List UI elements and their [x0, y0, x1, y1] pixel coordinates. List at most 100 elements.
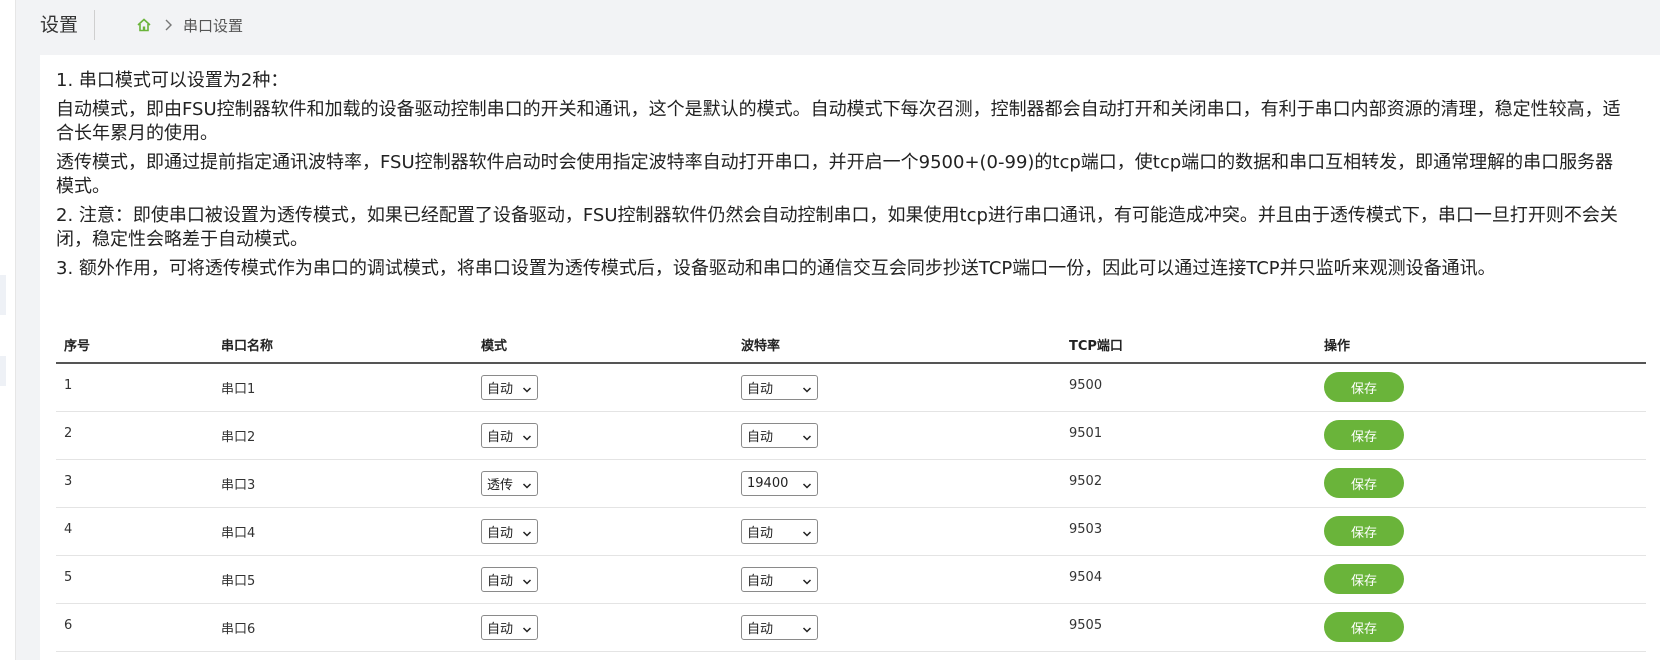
top-bar: 设置 串口设置 [16, 0, 1660, 50]
mode-select-value: 自动 [487, 573, 514, 589]
header-index: 序号 [64, 339, 91, 354]
note-2: 自动模式，即由FSU控制器软件和加载的设备驱动控制串口的开关和通讯，这个是默认的… [56, 99, 1621, 144]
save-button[interactable]: 保存 [1324, 468, 1404, 498]
table-header-row: 序号 串口名称 模式 波特率 TCP端口 操作 [56, 327, 1646, 363]
chevron-right-icon [163, 18, 173, 32]
table-row: 5 串口5 自动 自动 9504 保存 [56, 555, 1646, 604]
baud-rate-select[interactable]: 自动 [741, 518, 818, 544]
content-card: 1. 串口模式可以设置为2种： 自动模式，即由FSU控制器软件和加载的设备驱动控… [40, 55, 1660, 660]
cell-port-name: 串口5 [213, 555, 473, 604]
header-baud-rate: 波特率 [741, 339, 781, 354]
cell-port-name: 串口1 [213, 363, 473, 412]
baud-rate-select[interactable]: 19400 [741, 470, 818, 496]
mode-select[interactable]: 透传 [481, 470, 538, 496]
table-row: 3 串口3 透传 19400 9502 保存 [56, 459, 1646, 508]
table-row: 6 串口6 自动 自动 9505 保存 [56, 603, 1646, 652]
baud-rate-select[interactable]: 自动 [741, 374, 818, 400]
cell-index: 2 [56, 411, 213, 460]
header-mode: 模式 [481, 339, 508, 354]
chevron-down-icon [802, 623, 812, 633]
cell-mode: 自动 [473, 555, 733, 604]
left-sidebar-edge [0, 0, 16, 660]
cell-baud-rate: 自动 [733, 603, 1061, 652]
baud-rate-select[interactable]: 自动 [741, 614, 818, 640]
chevron-down-icon [522, 383, 532, 393]
cell-mode: 自动 [473, 603, 733, 652]
cell-baud-rate: 自动 [733, 555, 1061, 604]
cell-mode: 自动 [473, 411, 733, 460]
cell-tcp-port: 9500 [1061, 363, 1316, 412]
cell-action: 保存 [1316, 411, 1646, 460]
cell-index: 1 [56, 363, 213, 412]
cell-action: 保存 [1316, 507, 1646, 556]
baud-rate-select[interactable]: 自动 [741, 566, 818, 592]
serial-port-table: 序号 串口名称 模式 波特率 TCP端口 操作 1 串口1 自动 自动 9500 保存 2 串… [56, 327, 1646, 652]
table-row: 4 串口4 自动 自动 9503 保存 [56, 507, 1646, 556]
save-button[interactable]: 保存 [1324, 612, 1404, 642]
chevron-down-icon [522, 623, 532, 633]
mode-select[interactable]: 自动 [481, 374, 538, 400]
chevron-down-icon [522, 431, 532, 441]
table-row: 1 串口1 自动 自动 9500 保存 [56, 363, 1646, 412]
mode-select-value: 自动 [487, 621, 514, 637]
cell-index: 3 [56, 459, 213, 508]
cell-tcp-port: 9503 [1061, 507, 1316, 556]
cell-port-name: 串口6 [213, 603, 473, 652]
cell-tcp-port: 9504 [1061, 555, 1316, 604]
header-port-name: 串口名称 [221, 339, 274, 354]
cell-index: 5 [56, 555, 213, 604]
save-button[interactable]: 保存 [1324, 420, 1404, 450]
cell-action: 保存 [1316, 459, 1646, 508]
cell-baud-rate: 自动 [733, 507, 1061, 556]
chevron-down-icon [802, 479, 812, 489]
cell-baud-rate: 自动 [733, 411, 1061, 460]
cell-index: 6 [56, 603, 213, 652]
chevron-down-icon [522, 527, 532, 537]
cell-baud-rate: 自动 [733, 363, 1061, 412]
note-3: 透传模式，即通过提前指定通讯波特率，FSU控制器软件启动时会使用指定波特率自动打… [56, 152, 1614, 197]
cell-mode: 自动 [473, 507, 733, 556]
cell-action: 保存 [1316, 363, 1646, 412]
mode-select-value: 自动 [487, 381, 514, 397]
baud-rate-select[interactable]: 自动 [741, 422, 818, 448]
save-button[interactable]: 保存 [1324, 516, 1404, 546]
note-5: 3. 额外作用，可将透传模式作为串口的调试模式，将串口设置为透传模式后，设备驱动… [56, 258, 1496, 279]
chevron-down-icon [802, 527, 812, 537]
cell-tcp-port: 9505 [1061, 603, 1316, 652]
save-button[interactable]: 保存 [1324, 564, 1404, 594]
baud-rate-select-value: 19400 [747, 475, 789, 491]
mode-select[interactable]: 自动 [481, 518, 538, 544]
chevron-down-icon [522, 575, 532, 585]
table-row: 2 串口2 自动 自动 9501 保存 [56, 411, 1646, 460]
cell-action: 保存 [1316, 603, 1646, 652]
cell-mode: 透传 [473, 459, 733, 508]
save-button[interactable]: 保存 [1324, 372, 1404, 403]
mode-select[interactable]: 自动 [481, 614, 538, 640]
chevron-down-icon [802, 575, 812, 585]
baud-rate-select-value: 自动 [747, 573, 774, 589]
baud-rate-select-value: 自动 [747, 525, 774, 541]
cell-action: 保存 [1316, 555, 1646, 604]
home-icon[interactable] [135, 16, 153, 34]
baud-rate-select-value: 自动 [747, 381, 774, 397]
cell-index: 4 [56, 507, 213, 556]
sidebar-edge-block [0, 275, 6, 315]
mode-select-value: 自动 [487, 525, 514, 541]
mode-select[interactable]: 自动 [481, 422, 538, 448]
breadcrumb-current: 串口设置 [183, 16, 244, 35]
cell-port-name: 串口2 [213, 411, 473, 460]
mode-select-value: 透传 [487, 477, 514, 493]
chevron-down-icon [802, 431, 812, 441]
sidebar-edge-block [0, 356, 6, 386]
baud-rate-select-value: 自动 [747, 621, 774, 637]
cell-mode: 自动 [473, 363, 733, 412]
baud-rate-select-value: 自动 [747, 429, 774, 445]
cell-port-name: 串口3 [213, 459, 473, 508]
header-action: 操作 [1324, 339, 1351, 354]
header-tcp-port: TCP端口 [1069, 339, 1123, 354]
mode-select[interactable]: 自动 [481, 566, 538, 592]
chevron-down-icon [522, 479, 532, 489]
breadcrumb: 串口设置 [135, 15, 243, 36]
notes: 1. 串口模式可以设置为2种： 自动模式，即由FSU控制器软件和加载的设备驱动控… [40, 55, 1630, 281]
cell-tcp-port: 9502 [1061, 459, 1316, 508]
